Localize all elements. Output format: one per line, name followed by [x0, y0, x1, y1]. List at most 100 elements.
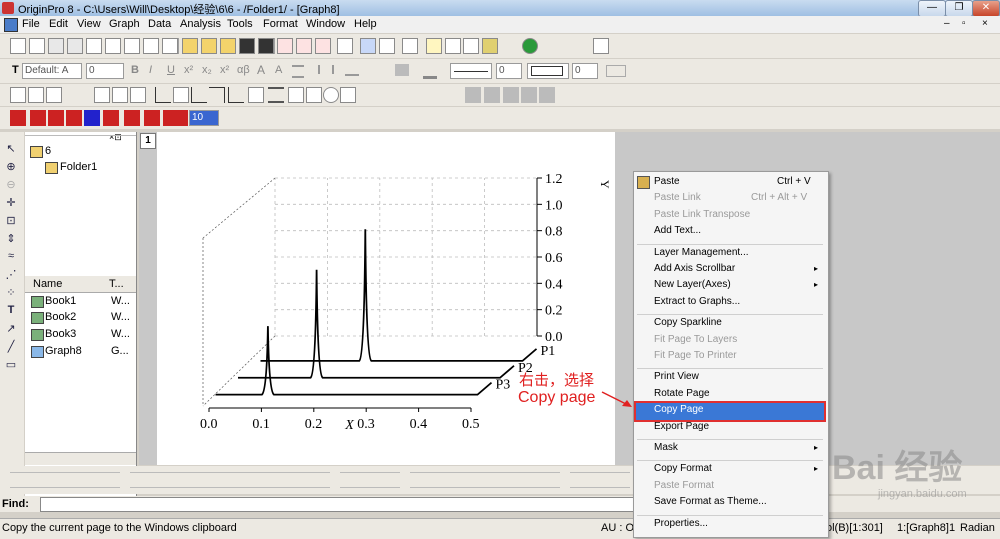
align-icon[interactable]	[624, 38, 640, 54]
paste-toolbar-icon[interactable]	[593, 38, 609, 54]
align-text-icon[interactable]	[292, 65, 304, 78]
graph-page[interactable]: 0.0 0.2 0.4 0.6 0.8 1.0 1.2 Y P1 P2 P3 0.0 0.1 0.2 0.3…	[157, 132, 615, 465]
fill-color-icon[interactable]	[395, 64, 409, 76]
menu-graph[interactable]: Graph	[109, 18, 140, 30]
surface-icons[interactable]	[340, 472, 400, 488]
script-window-icon[interactable]	[445, 38, 461, 54]
menu-item-rotate-page[interactable]: Rotate Page	[654, 388, 710, 399]
axis-icon[interactable]	[155, 87, 171, 103]
subscript-button[interactable]: x₂	[202, 64, 212, 76]
bold-button[interactable]: B	[131, 64, 139, 76]
new-notes-icon[interactable]	[162, 38, 178, 54]
maximize-button[interactable]: ❐	[945, 0, 973, 17]
timestamp-icon[interactable]	[288, 87, 304, 103]
document-icon[interactable]	[4, 18, 18, 32]
explorer-scrollbar[interactable]	[25, 452, 136, 465]
supersub-button[interactable]: x²	[220, 64, 229, 76]
axis-right-icon[interactable]	[209, 87, 225, 103]
back-icon[interactable]	[103, 110, 119, 126]
merge-graph-icon[interactable]	[130, 87, 146, 103]
list-item[interactable]: Graph8	[45, 345, 82, 357]
print-icon[interactable]	[337, 38, 353, 54]
menu-format[interactable]: Format	[263, 18, 298, 30]
front-icon[interactable]	[84, 110, 100, 126]
contour-icons[interactable]	[410, 472, 560, 488]
draw-data-icon[interactable]: ≈	[4, 250, 18, 262]
greek-button[interactable]: αβ	[237, 64, 250, 76]
import-ascii-icon[interactable]	[277, 38, 293, 54]
mdi-restore-button[interactable]: ▫	[962, 18, 966, 29]
clock-icon[interactable]	[323, 87, 339, 103]
menu-analysis[interactable]: Analysis	[180, 18, 221, 30]
axis-break-icon[interactable]	[228, 87, 244, 103]
list-item[interactable]: Book1	[45, 295, 76, 307]
line-style-combo[interactable]	[450, 63, 492, 79]
decrease-font-button[interactable]: A	[275, 64, 282, 76]
tree-folder1[interactable]: Folder1	[60, 161, 97, 173]
border-style-combo[interactable]	[527, 63, 569, 79]
menu-view[interactable]: View	[77, 18, 101, 30]
3d-rotate-icon[interactable]	[465, 87, 481, 103]
menu-item-layer-management[interactable]: Layer Management...	[654, 247, 749, 258]
new-folder-icon[interactable]	[29, 38, 45, 54]
code-builder-icon[interactable]	[482, 38, 498, 54]
text-icon[interactable]: T	[4, 304, 18, 316]
menu-item-save-format-as-theme[interactable]: Save Format as Theme...	[654, 496, 767, 507]
axis-left-icon[interactable]	[191, 87, 207, 103]
open-icon[interactable]	[182, 38, 198, 54]
new-project-icon[interactable]	[10, 38, 26, 54]
pointer-icon[interactable]: ↖	[4, 142, 18, 155]
find-input[interactable]	[40, 497, 636, 512]
arrow-left-icon[interactable]	[10, 110, 26, 126]
open-template-icon[interactable]	[201, 38, 217, 54]
font-combo[interactable]: Default: A	[22, 63, 82, 79]
start-icon[interactable]	[522, 38, 538, 54]
menu-item-copy-sparkline[interactable]: Copy Sparkline	[654, 317, 722, 328]
template-icons[interactable]	[570, 472, 630, 488]
arrow-up-icon[interactable]	[48, 110, 64, 126]
menu-item-properties[interactable]: Properties...	[654, 518, 708, 529]
line-width-combo[interactable]: 0	[496, 63, 522, 79]
menu-item-copy-page[interactable]: Copy Page	[654, 404, 703, 415]
new-graph-icon[interactable]	[86, 38, 102, 54]
zoom-combo[interactable]: 10	[189, 110, 219, 126]
list-item[interactable]: Book2	[45, 311, 76, 323]
refresh-icon[interactable]	[360, 38, 376, 54]
menu-item-mask[interactable]: Mask	[654, 442, 678, 453]
zoom-icon[interactable]: ⊕	[4, 160, 18, 173]
new-excel-icon[interactable]	[67, 38, 83, 54]
tree-root[interactable]: 6	[45, 145, 51, 157]
copy-icon[interactable]	[574, 38, 590, 54]
3d-reset-icon[interactable]	[503, 87, 519, 103]
superscript-button[interactable]: x²	[184, 64, 193, 76]
distribute-icon[interactable]	[642, 38, 658, 54]
increase-font-button[interactable]: A	[257, 63, 265, 77]
border-width-combo[interactable]: 0	[572, 63, 598, 79]
data-reader-icon[interactable]: ⊡	[4, 214, 18, 227]
3d-plot-icons[interactable]	[130, 472, 330, 488]
scale-bar-icon[interactable]	[306, 87, 322, 103]
duplicate-icon[interactable]	[379, 38, 395, 54]
font-size-combo[interactable]: 0	[86, 63, 124, 79]
align-center-icon[interactable]	[172, 110, 188, 126]
menu-data[interactable]: Data	[148, 18, 171, 30]
3d-light-icon[interactable]	[539, 87, 555, 103]
import-wizard-icon[interactable]	[315, 38, 331, 54]
font-color-icon[interactable]	[345, 65, 359, 76]
cut-icon[interactable]	[556, 38, 572, 54]
column-type[interactable]: T...	[109, 278, 124, 290]
line-tool-icon[interactable]: ╱	[4, 340, 18, 353]
zoom-out-graph-icon[interactable]	[28, 87, 44, 103]
arrow-down-icon[interactable]	[66, 110, 82, 126]
menu-help[interactable]: Help	[354, 18, 377, 30]
command-window-icon[interactable]	[463, 38, 479, 54]
zoom-in-graph-icon[interactable]	[10, 87, 26, 103]
plot-type-icons[interactable]	[10, 472, 120, 488]
menu-edit[interactable]: Edit	[49, 18, 68, 30]
new-workbook-icon[interactable]	[48, 38, 64, 54]
data-selector-icon[interactable]: ⇕	[4, 232, 18, 245]
column-format-icon[interactable]	[318, 65, 334, 74]
layer-badge[interactable]: 1	[140, 133, 156, 149]
pattern-icon[interactable]	[606, 65, 626, 77]
menu-item-new-layer-axes[interactable]: New Layer(Axes)	[654, 279, 731, 290]
